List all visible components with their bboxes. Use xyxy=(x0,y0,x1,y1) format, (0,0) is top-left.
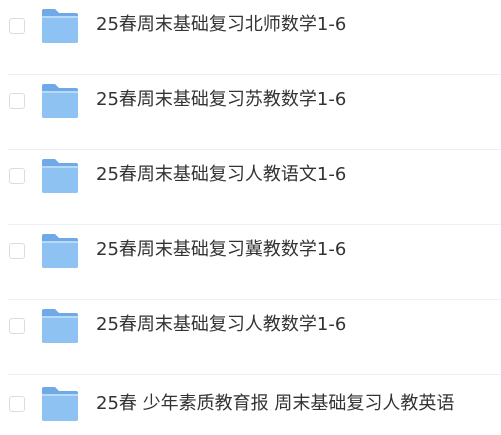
folder-icon xyxy=(40,232,80,270)
file-name[interactable]: 25春周末基础复习人教数学1-6 xyxy=(96,314,346,336)
file-list: 25春周末基础复习北师数学1-6 25春周末基础复习苏教数学1-6 25春周末基… xyxy=(0,0,501,435)
row-checkbox[interactable] xyxy=(9,168,25,184)
file-row[interactable]: 25春周末基础复习人教数学1-6 xyxy=(0,300,501,375)
folder-icon xyxy=(40,157,80,195)
folder-icon xyxy=(40,82,80,120)
row-checkbox[interactable] xyxy=(9,93,25,109)
file-row[interactable]: 25春周末基础复习北师数学1-6 xyxy=(0,0,501,75)
file-name[interactable]: 25春 少年素质教育报 周末基础复习人教英语 xyxy=(96,393,454,415)
file-row[interactable]: 25春 少年素质教育报 周末基础复习人教英语 xyxy=(0,375,501,435)
row-checkbox[interactable] xyxy=(9,396,25,412)
file-name[interactable]: 25春周末基础复习人教语文1-6 xyxy=(96,164,346,186)
folder-icon xyxy=(40,307,80,345)
row-checkbox[interactable] xyxy=(9,18,25,34)
row-checkbox[interactable] xyxy=(9,318,25,334)
folder-icon xyxy=(40,385,80,423)
folder-icon xyxy=(40,7,80,45)
file-name[interactable]: 25春周末基础复习北师数学1-6 xyxy=(96,14,346,36)
file-name[interactable]: 25春周末基础复习冀教数学1-6 xyxy=(96,239,346,261)
file-row[interactable]: 25春周末基础复习人教语文1-6 xyxy=(0,150,501,225)
file-name[interactable]: 25春周末基础复习苏教数学1-6 xyxy=(96,89,346,111)
row-checkbox[interactable] xyxy=(9,243,25,259)
file-row[interactable]: 25春周末基础复习苏教数学1-6 xyxy=(0,75,501,150)
file-row[interactable]: 25春周末基础复习冀教数学1-6 xyxy=(0,225,501,300)
